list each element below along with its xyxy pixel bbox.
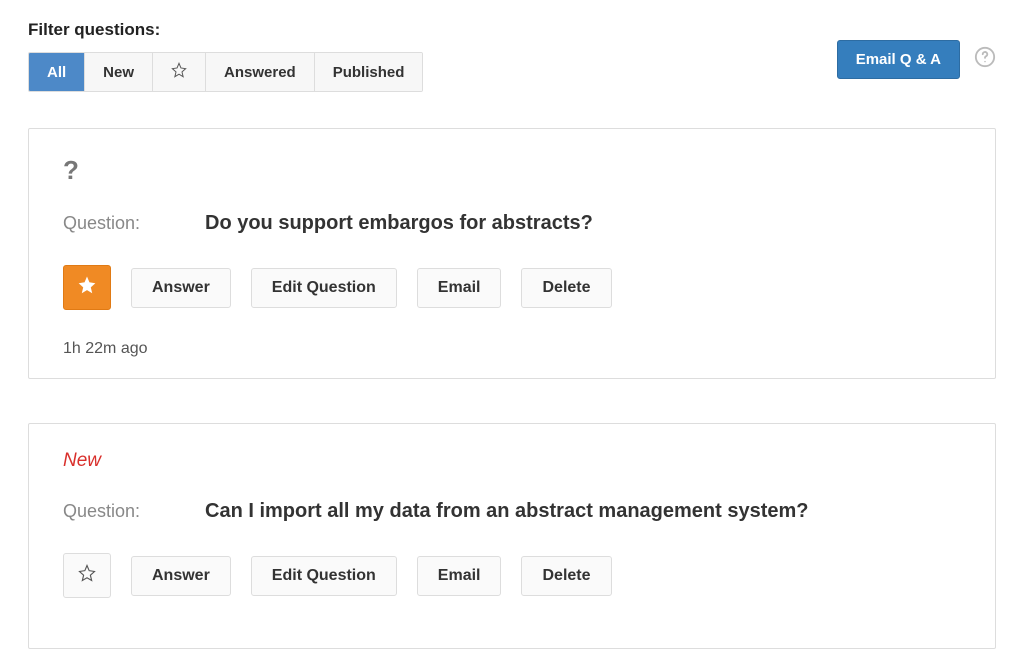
email-button[interactable]: Email	[417, 268, 502, 308]
help-icon[interactable]	[974, 46, 996, 73]
filter-tab-star[interactable]	[153, 53, 206, 91]
delete-button[interactable]: Delete	[521, 556, 611, 596]
filter-tab-answered[interactable]: Answered	[206, 53, 315, 91]
timestamp: 1h 22m ago	[63, 340, 961, 358]
star-button[interactable]	[63, 265, 111, 310]
question-label: Question:	[63, 213, 153, 234]
star-icon	[78, 276, 96, 299]
question-label: Question:	[63, 501, 153, 522]
card-badge: ?	[63, 155, 961, 186]
star-icon	[171, 62, 187, 82]
question-text: Do you support embargos for abstracts?	[205, 212, 593, 235]
card-badge-new: New	[63, 450, 961, 472]
filter-tabs: All New Answered Published	[28, 52, 423, 92]
question-card: ? Question: Do you support embargos for …	[28, 128, 996, 379]
filter-tab-all[interactable]: All	[29, 53, 85, 91]
edit-question-button[interactable]: Edit Question	[251, 556, 397, 596]
delete-button[interactable]: Delete	[521, 268, 611, 308]
filter-tab-published[interactable]: Published	[315, 53, 423, 91]
filter-label: Filter questions:	[28, 20, 423, 40]
question-text: Can I import all my data from an abstrac…	[205, 500, 809, 523]
question-card: New Question: Can I import all my data f…	[28, 423, 996, 649]
filter-tab-new[interactable]: New	[85, 53, 153, 91]
edit-question-button[interactable]: Edit Question	[251, 268, 397, 308]
star-icon	[78, 564, 96, 587]
answer-button[interactable]: Answer	[131, 268, 231, 308]
email-qa-button[interactable]: Email Q & A	[837, 40, 960, 79]
star-button[interactable]	[63, 553, 111, 598]
answer-button[interactable]: Answer	[131, 556, 231, 596]
email-button[interactable]: Email	[417, 556, 502, 596]
